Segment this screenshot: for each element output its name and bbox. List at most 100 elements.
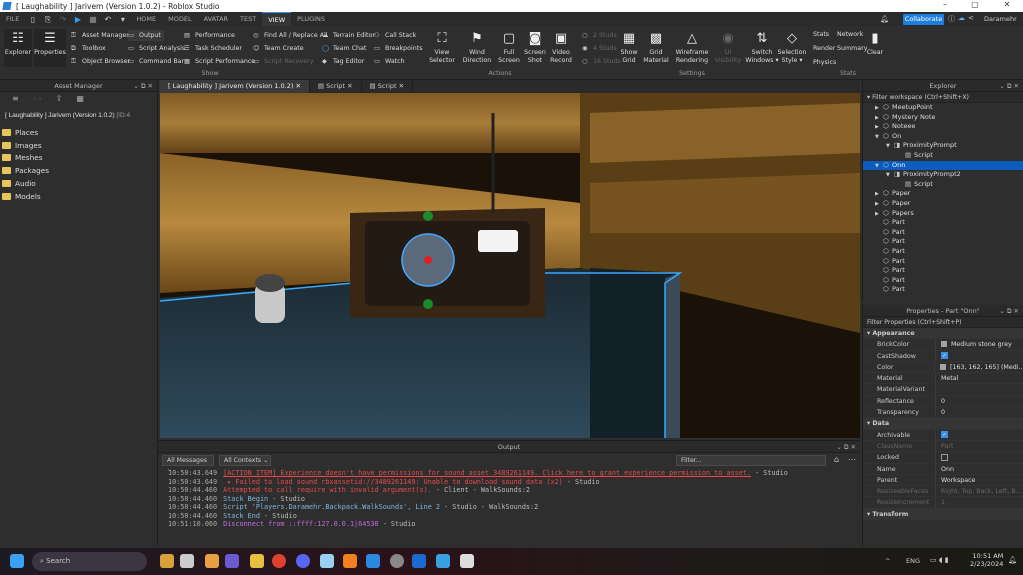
property-row[interactable]: Reflectance 0 (863, 395, 1023, 408)
checkbox[interactable]: ✓ (941, 431, 948, 439)
folder-audio[interactable]: Audio (0, 177, 157, 190)
panel-controls[interactable]: ⌄ ⧉ ✕ (999, 80, 1019, 92)
toolbox-button[interactable]: ⧉ Toolbox (71, 43, 106, 54)
studs-16-radio[interactable]: ○ 16 Studs (582, 56, 621, 67)
contexts-filter-dropdown[interactable]: All Contexts ⌄ (219, 455, 271, 466)
quick-access-dropdown-icon[interactable]: ▾ (118, 15, 127, 24)
upload-icon[interactable]: ⇪ (56, 92, 63, 106)
property-row[interactable]: ClassName Part (863, 440, 1023, 453)
property-value[interactable]: Part (936, 441, 953, 451)
property-value[interactable]: Onn (936, 464, 954, 474)
video-record-button[interactable]: ▣ Video Record (549, 29, 573, 65)
stats-button[interactable]: Stats (813, 29, 829, 40)
app-icon[interactable] (320, 554, 334, 568)
task-scheduler-button[interactable]: ☰ Task Scheduler (184, 43, 242, 54)
vlc-icon[interactable] (343, 554, 357, 568)
app-icon[interactable] (205, 554, 219, 568)
property-value[interactable]: 0 (936, 407, 945, 417)
property-value[interactable]: 1 (936, 497, 945, 507)
property-row[interactable]: Transparency 0 (863, 407, 1023, 419)
property-value[interactable] (936, 452, 948, 462)
explorer-item[interactable]: ▶ ⬡ Mystery Note (863, 113, 1023, 123)
property-value[interactable]: 0 (936, 396, 945, 406)
tab-avatar[interactable]: AVATAR (198, 12, 234, 26)
call-stack-button[interactable]: ⚇ Call Stack (374, 30, 416, 41)
user-menu[interactable]: Daramehr (984, 15, 1017, 23)
tab-model[interactable]: MODEL (162, 12, 197, 26)
file-explorer-icon[interactable] (250, 554, 264, 568)
summary-button[interactable]: Summary (837, 43, 867, 54)
clear-stats-button[interactable]: ▮ Clear (864, 29, 886, 57)
property-value[interactable]: ✓ (936, 351, 948, 361)
3d-viewport[interactable] (160, 93, 860, 438)
panel-controls[interactable]: ⌄ ⧉ ✕ (836, 441, 856, 453)
collaborate-button[interactable]: Collaborate (903, 14, 944, 25)
back-icon[interactable]: ‹ › (33, 92, 42, 106)
explorer-item[interactable]: ⬡ Part (863, 218, 1023, 228)
performance-button[interactable]: ▤ Performance (184, 30, 235, 41)
close-tab-icon[interactable]: ✕ (295, 82, 300, 90)
share-icon[interactable]: < (968, 14, 974, 22)
notifications-icon[interactable]: 🔔︎ (880, 15, 889, 23)
stop-icon[interactable]: ■ (88, 15, 97, 24)
tab-view[interactable]: VIEW (262, 12, 292, 26)
physics-button[interactable]: Physics (813, 57, 836, 68)
ui-visibility-button[interactable]: ◉ UI Visibility (711, 29, 745, 65)
property-value[interactable]: Metal (936, 373, 958, 383)
log-line[interactable]: 10:50:43.649 [ACTION ITEM] Experience doe… (158, 469, 858, 478)
properties-button[interactable]: ☰ Properties (34, 29, 66, 67)
app-icon[interactable] (460, 554, 474, 568)
discord-icon[interactable] (296, 554, 310, 568)
explorer-item[interactable]: ⬡ Part (863, 257, 1023, 267)
studs-4-radio[interactable]: ◉ 4 Studs (582, 43, 617, 54)
full-screen-button[interactable]: ▢ Full Screen (498, 29, 520, 65)
property-row[interactable]: Material Metal (863, 373, 1023, 385)
explorer-item[interactable]: ▼ ⬡ On (863, 132, 1023, 142)
grid-material-button[interactable]: ▩ Grid Material (643, 29, 669, 65)
app-icon[interactable] (160, 554, 174, 568)
property-category[interactable]: ▾ Transform (863, 508, 1023, 521)
property-value[interactable]: Medium stone grey (936, 339, 1012, 349)
property-value[interactable]: Workspace (936, 475, 975, 485)
explorer-item[interactable]: ▼ ◨ ProximityPrompt2 (863, 170, 1023, 180)
property-category[interactable]: ▾ Data (863, 418, 1023, 430)
maximize-button[interactable]: ▢ (960, 0, 990, 12)
tab-script[interactable]: ▤ Script ✕ (310, 80, 362, 93)
folder-places[interactable]: Places (0, 126, 157, 139)
team-create-button[interactable]: ☺ Team Create (253, 43, 304, 54)
close-tab-icon[interactable]: ✕ (347, 82, 352, 90)
panel-controls[interactable]: ⌄ ⧉ ✕ (133, 80, 153, 92)
tab-test[interactable]: TEST (234, 12, 262, 26)
app-icon[interactable] (436, 554, 450, 568)
redo-icon[interactable]: ↷ (58, 15, 67, 24)
language-indicator[interactable]: ENG (906, 557, 920, 565)
terrain-editor-button[interactable]: ☁ Terrain Editor (322, 30, 375, 41)
help-icon[interactable]: ⓘ (948, 14, 955, 24)
folder-packages[interactable]: Packages (0, 164, 157, 177)
folder-images[interactable]: Images (0, 139, 157, 152)
chrome-icon[interactable] (272, 554, 286, 568)
property-row[interactable]: Color [163, 162, 165] (Medi... (863, 361, 1023, 374)
breakpoints-button[interactable]: ▭ Breakpoints (374, 43, 423, 54)
more-options-icon[interactable]: ⋯ (848, 455, 856, 464)
explorer-item[interactable]: ▶ ⬡ Noteee (863, 122, 1023, 132)
asset-manager-button[interactable]: ⚿ Asset Manager (71, 30, 129, 41)
command-bar-button[interactable]: ▭ Command Bar (128, 56, 184, 67)
property-value[interactable] (936, 384, 941, 394)
checkbox[interactable] (941, 453, 948, 461)
find-replace-all-button[interactable]: ◎ Find All / Replace All (253, 30, 328, 41)
explorer-item[interactable]: ⬡ Part (863, 237, 1023, 247)
explorer-item[interactable]: ⬡ Part (863, 285, 1023, 295)
script-analysis-button[interactable]: ▭ Script Analysis (128, 43, 185, 54)
defender-icon[interactable] (412, 554, 426, 568)
grid-view-icon[interactable]: ▦ (76, 92, 84, 106)
watch-button[interactable]: ▭ Watch (374, 56, 405, 67)
open-file-icon[interactable]: ⎘ (43, 15, 52, 24)
property-value[interactable]: [163, 162, 165] (Medi... (935, 362, 1023, 372)
explorer-item[interactable]: ▤ Script (863, 151, 1023, 161)
tab-place[interactable]: [ Laughability ] Jarivem (Version 1.0.2)… (160, 80, 310, 93)
property-row[interactable]: ResizeIncrement 1 (863, 497, 1023, 509)
clear-output-icon[interactable]: ⌂ (834, 455, 839, 464)
roblox-studio-icon[interactable] (366, 554, 380, 568)
network-volume-battery-icons[interactable]: ▭ ◖ ▮ (930, 556, 949, 564)
